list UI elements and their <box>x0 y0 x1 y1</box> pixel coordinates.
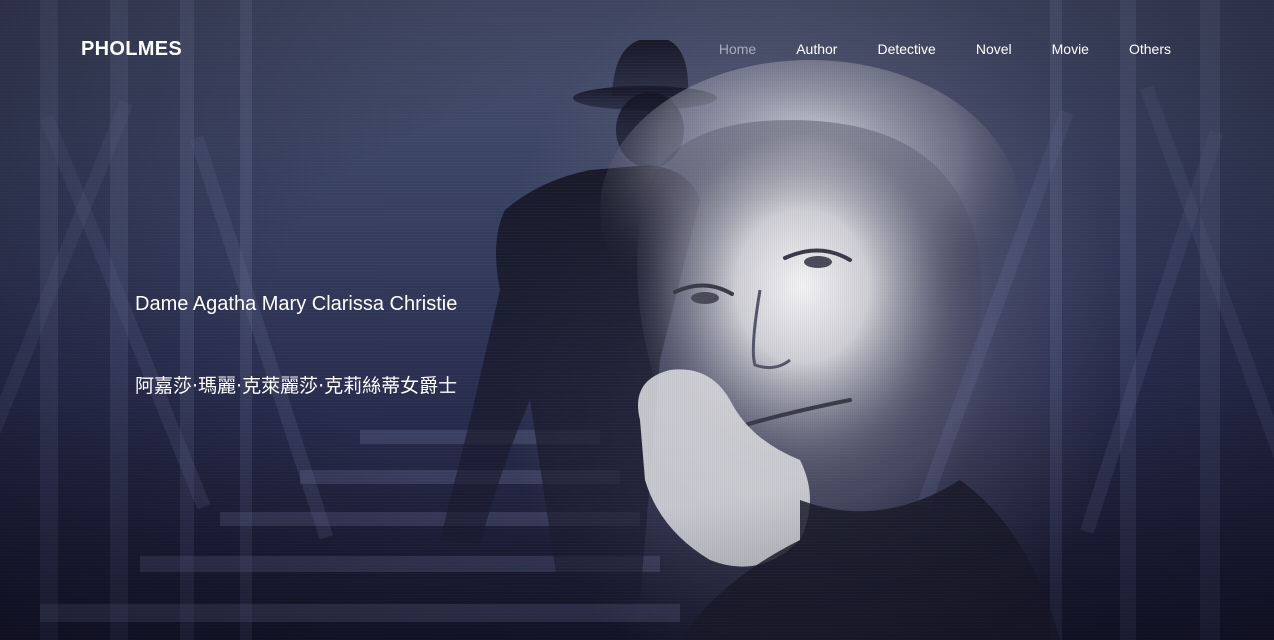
nav-link-movie[interactable]: Movie <box>1032 41 1109 57</box>
nav-link-home[interactable]: Home <box>699 41 776 57</box>
nav-link-author[interactable]: Author <box>776 41 857 57</box>
author-name-chinese: 阿嘉莎·瑪麗·克萊麗莎·克莉絲蒂女爵士 <box>135 375 458 397</box>
nav-item-detective: Detective <box>857 41 955 57</box>
nav-link-others[interactable]: Others <box>1109 41 1171 57</box>
nav-item-others: Others <box>1109 41 1171 57</box>
nav-link-novel[interactable]: Novel <box>956 41 1032 57</box>
nav-item-author: Author <box>776 41 857 57</box>
brand-logo-link[interactable]: PHOLMES <box>81 38 182 61</box>
top-navbar: PHOLMES Home Author Detective Novel Movi… <box>0 0 1274 100</box>
nav-link-detective[interactable]: Detective <box>857 41 955 57</box>
nav-links: Home Author Detective Novel Movie Others <box>699 41 1171 57</box>
nav-item-home: Home <box>699 41 776 57</box>
author-portrait-image <box>600 60 1060 640</box>
nav-item-movie: Movie <box>1032 41 1109 57</box>
nav-item-novel: Novel <box>956 41 1032 57</box>
author-name-english: Dame Agatha Mary Clarissa Christie <box>135 293 458 315</box>
hero-section: PHOLMES Home Author Detective Novel Movi… <box>0 0 1274 640</box>
